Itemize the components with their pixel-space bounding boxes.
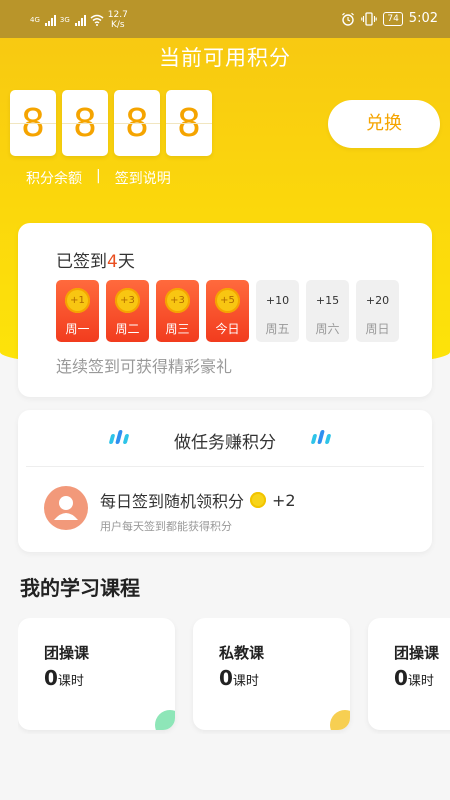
- wifi-icon: [90, 14, 104, 26]
- course-count-unit: 课时: [407, 674, 434, 689]
- signal-2-icon: [74, 14, 86, 26]
- course-count-unit: 课时: [57, 674, 84, 689]
- courses-list: 团操课 0课时 私教课 0课时 团操课 0课时: [18, 618, 450, 734]
- checkin-days-count: 4: [107, 252, 118, 272]
- coin-icon: [250, 492, 267, 508]
- points-title: 当前可用积分: [159, 46, 291, 70]
- points-balance-link[interactable]: 积分余额: [26, 168, 82, 188]
- course-card[interactable]: 团操课 0课时: [18, 618, 175, 730]
- links-separator: |: [96, 168, 101, 184]
- task-reward: +2: [272, 490, 296, 510]
- course-name: 团操课: [44, 644, 90, 662]
- points-counter: 8 8 8 8: [10, 90, 212, 156]
- checkin-card: 已签到4天 +1 周一 +3 周二 +3 周三 +5 今日 +10 周五 +15…: [18, 223, 432, 397]
- courses-section-title: 我的学习课程: [20, 576, 140, 600]
- exchange-button[interactable]: 兑换: [328, 100, 440, 148]
- network-speed: 12.7 K/s: [108, 10, 128, 30]
- course-count-value: 0: [219, 666, 233, 690]
- status-bar: 4G 3G 12.7 K/s 74 5:02: [0, 0, 450, 38]
- course-card[interactable]: 私教课 0课时: [193, 618, 350, 730]
- checkin-day[interactable]: +20 周日: [356, 280, 399, 342]
- points-digit: 8: [114, 90, 160, 156]
- checkin-note: 连续签到可获得精彩豪礼: [56, 357, 233, 376]
- checkin-day[interactable]: +3 周三: [156, 280, 199, 342]
- task-card: 做任务赚积分 每日签到随机领积分 +2 用户每天签到都能获得积分: [18, 410, 432, 552]
- checkin-title-prefix: 已签到: [56, 252, 107, 272]
- reward-coin-icon: +1: [65, 288, 90, 313]
- network-speed-unit: K/s: [110, 20, 125, 30]
- checkin-day-label: 周一: [65, 322, 90, 336]
- checkin-day[interactable]: +10 周五: [256, 280, 299, 342]
- course-count-value: 0: [394, 666, 408, 690]
- checkin-day-today[interactable]: +5 今日: [206, 280, 249, 342]
- divider: [26, 466, 424, 467]
- checkin-day-label: 周日: [365, 322, 390, 336]
- course-count: 0课时: [219, 666, 259, 690]
- course-count: 0课时: [394, 666, 434, 690]
- signal-2-label: 3G: [59, 16, 70, 24]
- battery-icon: 74: [383, 11, 403, 26]
- checkin-rules-link[interactable]: 签到说明: [115, 168, 171, 188]
- vibrate-icon: [361, 11, 378, 26]
- course-name: 团操课: [394, 644, 440, 662]
- points-digit: 8: [10, 90, 56, 156]
- checkin-day-label: 今日: [215, 322, 240, 336]
- reward-coin-icon: +3: [165, 288, 190, 313]
- task-subtitle: 用户每天签到都能获得积分: [100, 520, 232, 533]
- status-bar-right: 74 5:02: [341, 11, 438, 26]
- checkin-title: 已签到4天: [56, 247, 135, 272]
- network-speed-value: 12.7: [107, 10, 128, 20]
- checkin-day-label: 周五: [265, 322, 290, 336]
- reward-coin-icon: +5: [215, 288, 240, 313]
- points-links: 积分余额 | 签到说明: [26, 168, 171, 188]
- signal-1-icon: [44, 14, 56, 26]
- course-count-value: 0: [44, 666, 58, 690]
- checkin-day-label: 周二: [115, 322, 140, 336]
- status-bar-left: 4G 3G 12.7 K/s: [30, 10, 128, 30]
- points-digit: 8: [62, 90, 108, 156]
- checkin-day-label: 周三: [165, 322, 190, 336]
- course-card[interactable]: 团操课 0课时: [368, 618, 450, 730]
- course-name: 私教课: [219, 644, 265, 662]
- reward-coin-icon: +20: [365, 294, 390, 307]
- corner-decoration: [330, 710, 350, 730]
- checkin-title-suffix: 天: [117, 252, 135, 272]
- alarm-icon: [342, 12, 355, 26]
- task-header: 做任务赚积分: [174, 433, 276, 453]
- course-count-unit: 课时: [232, 674, 259, 689]
- clock: 5:02: [408, 11, 438, 26]
- checkin-days: +1 周一 +3 周二 +3 周三 +5 今日 +10 周五 +15 周六 +2…: [56, 280, 399, 342]
- checkin-day[interactable]: +1 周一: [56, 280, 99, 342]
- checkin-day-label: 周六: [315, 322, 340, 336]
- reward-coin-icon: +3: [115, 288, 140, 313]
- reward-coin-icon: +10: [265, 294, 290, 307]
- points-digit: 8: [166, 90, 212, 156]
- task-item[interactable]: 每日签到随机领积分 +2: [100, 488, 296, 512]
- reward-coin-icon: +15: [315, 294, 340, 307]
- decoration-icon: [310, 430, 332, 444]
- checkin-day[interactable]: +3 周二: [106, 280, 149, 342]
- course-count: 0课时: [44, 666, 84, 690]
- signal-1-label: 4G: [30, 16, 40, 24]
- user-avatar-icon: [44, 486, 88, 530]
- task-title: 每日签到随机领积分: [100, 492, 245, 511]
- corner-decoration: [155, 710, 175, 730]
- checkin-day[interactable]: +15 周六: [306, 280, 349, 342]
